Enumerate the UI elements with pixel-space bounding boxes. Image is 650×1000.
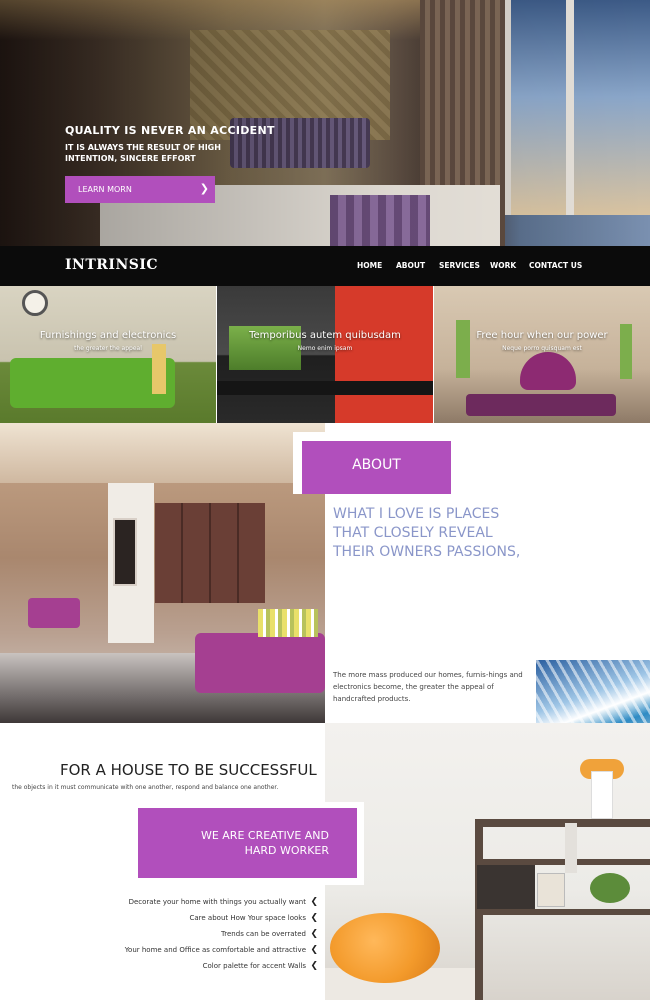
hero-overlay — [0, 0, 650, 246]
white-vase — [591, 771, 613, 819]
green-sofa-image — [10, 358, 175, 408]
feature-subtitle: Nemo enim ipsam — [297, 345, 353, 352]
chevron-left-icon: ❮ — [310, 929, 318, 939]
shelf-decor-image — [325, 723, 650, 1000]
house-heading: FOR A HOUSE TO BE SUCCESSFUL — [60, 761, 317, 779]
feature-subtitle: the greater the appeal — [74, 345, 142, 352]
learn-more-button[interactable]: LEARN MORN ❯ — [65, 176, 215, 203]
wood-cabinets — [155, 503, 265, 603]
creative-line-2: HARD WORKER — [244, 844, 329, 857]
ceiling-lights — [0, 423, 325, 483]
list-item-label: Color palette for accent Walls — [202, 962, 306, 970]
chevron-left-icon: ❮ — [310, 897, 318, 907]
chevron-left-icon: ❮ — [310, 961, 318, 971]
green-plant — [590, 873, 630, 903]
list-item[interactable]: Trends can be overrated ❮ — [0, 926, 320, 942]
feature-subtitle: Neque porro quisquam est — [502, 345, 582, 352]
purple-chair-image — [28, 598, 80, 628]
main-navbar: INTRINSIC HOME ABOUT SERVICES WORK CONTA… — [0, 246, 650, 286]
shelf-board — [475, 909, 650, 915]
learn-more-label: LEARN MORN — [78, 185, 132, 194]
orange-bouquet — [330, 913, 440, 983]
hero-subtitle: IT IS ALWAYS THE RESULT OF HIGH INTENTIO… — [65, 143, 221, 163]
purple-sofa-image — [195, 633, 325, 693]
about-label: ABOUT — [302, 441, 451, 494]
clock-image — [22, 290, 48, 316]
feature-panel-furnishings[interactable]: Furnishings and electronics the greater … — [0, 286, 216, 423]
feature-panel-kitchen[interactable]: Temporibus autem quibusdam Nemo enim ips… — [217, 286, 433, 423]
feature-title: Furnishings and electronics — [39, 330, 177, 341]
chevron-left-icon: ❮ — [310, 945, 318, 955]
wall-artwork — [113, 518, 137, 586]
about-text: The more mass produced our homes, furnis… — [333, 671, 523, 703]
chevron-right-icon: ❯ — [199, 182, 209, 195]
creative-box: WE ARE CREATIVE AND HARD WORKER — [131, 802, 364, 885]
list-item-label: Decorate your home with things you actua… — [128, 898, 306, 906]
hero-title: QUALITY IS NEVER AN ACCIDENT — [65, 124, 275, 137]
feature-title: Temporibus autem quibusdam — [249, 330, 401, 341]
purple-table-image — [466, 394, 616, 416]
list-item-label: Care about How Your space looks — [189, 914, 307, 922]
feature-title: Free hour when our power — [476, 330, 608, 341]
feature-panel-lounge[interactable]: Free hour when our power Neque porro qui… — [434, 286, 650, 423]
list-item[interactable]: Your home and Office as comfortable and … — [0, 942, 320, 958]
about-heading: WHAT I LOVE IS PLACES THAT CLOSELY REVEA… — [333, 506, 521, 560]
light-box — [537, 873, 565, 907]
creative-line-1: WE ARE CREATIVE AND — [200, 829, 329, 842]
nav-item-contact[interactable]: CONTACT US — [529, 261, 582, 270]
about-label-box: ABOUT — [293, 432, 460, 494]
list-item[interactable]: Color palette for accent Walls ❮ — [0, 958, 320, 974]
house-subtitle: the objects in it must communicate with … — [12, 784, 279, 791]
nav-item-about[interactable]: ABOUT — [396, 261, 425, 270]
kitchen-counter-image — [217, 381, 433, 395]
creative-label: WE ARE CREATIVE AND HARD WORKER — [138, 808, 357, 878]
nav-item-work[interactable]: WORK — [490, 261, 516, 270]
list-item-label: Trends can be overrated — [221, 930, 306, 938]
white-vase — [565, 823, 577, 873]
list-item[interactable]: Decorate your home with things you actua… — [0, 894, 320, 910]
list-item-label: Your home and Office as comfortable and … — [124, 946, 306, 954]
about-room-image — [0, 423, 325, 723]
nav-item-services[interactable]: SERVICES — [439, 261, 480, 270]
dark-box — [477, 865, 535, 909]
tips-list: Decorate your home with things you actua… — [0, 894, 320, 974]
nav-item-home[interactable]: HOME — [357, 261, 382, 270]
red-cabinet-image — [335, 286, 433, 423]
chevron-left-icon: ❮ — [310, 913, 318, 923]
purple-chair-image — [520, 352, 576, 390]
hero-section: QUALITY IS NEVER AN ACCIDENT IT IS ALWAY… — [0, 0, 650, 246]
list-item[interactable]: Care about How Your space looks ❮ — [0, 910, 320, 926]
striped-pillows — [258, 609, 318, 637]
site-logo[interactable]: INTRINSIC — [65, 257, 158, 273]
